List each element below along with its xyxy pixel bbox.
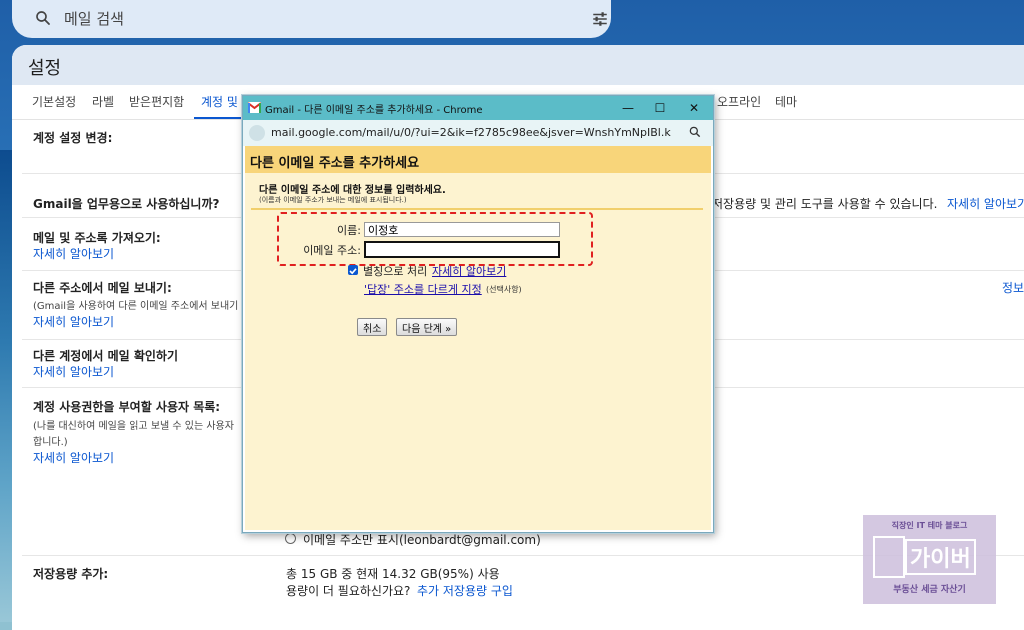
dialog-title: 다른 이메일 주소를 추가하세요 — [250, 156, 420, 171]
search-bar[interactable] — [12, 0, 611, 38]
grant-access-learn-more-link[interactable]: 자세히 알아보기 — [33, 449, 114, 466]
tab-labels[interactable]: 라벨 — [92, 93, 114, 110]
close-icon[interactable]: ✕ — [681, 98, 707, 118]
dialog-divider — [251, 208, 703, 210]
maximize-icon[interactable]: ☐ — [647, 98, 673, 118]
reply-to-optional: (선택사항) — [486, 285, 522, 294]
site-info-icon[interactable] — [249, 125, 265, 141]
search-icon[interactable] — [34, 9, 52, 27]
send-as-learn-more-link[interactable]: 자세히 알아보기 — [33, 313, 114, 330]
tab-inbox[interactable]: 받은편지함 — [129, 93, 184, 110]
blog-watermark-logo: 직장인 IT 테마 블로그 가이버 부동산 세금 자산기 — [863, 515, 996, 604]
reply-to-link[interactable]: '답장' 주소를 다르게 지정 — [364, 281, 482, 297]
watermark-top-text: 직장인 IT 테마 블로그 — [891, 521, 968, 530]
tab-offline[interactable]: 오프라인 — [717, 93, 761, 110]
check-mail-label: 다른 계정에서 메일 확인하기 — [33, 349, 179, 363]
tab-accounts[interactable]: 계정 및 — [201, 93, 238, 110]
popup-titlebar[interactable]: Gmail - 다른 이메일 주소를 추가하세요 - Chrome — ☐ ✕ — [243, 96, 713, 120]
next-step-button[interactable]: 다음 단계 » — [396, 318, 458, 336]
grant-access-label: 계정 사용권한을 부여할 사용자 목록: — [33, 400, 221, 414]
url-text[interactable]: mail.google.com/mail/u/0/?ui=2&ik=f2785c… — [271, 126, 671, 139]
dialog-header: 다른 이메일 주소를 추가하세요 — [245, 146, 711, 173]
highlight-box — [277, 212, 593, 266]
gmail-for-work-link[interactable]: 자세히 알아보기 — [947, 195, 1024, 212]
change-account-settings-label: 계정 설정 변경: — [33, 131, 113, 145]
popup-window-title: Gmail - 다른 이메일 주소를 추가하세요 - Chrome — [265, 105, 483, 116]
check-mail-learn-more-link[interactable]: 자세히 알아보기 — [33, 363, 114, 380]
import-label: 메일 및 주소록 가져오기: — [33, 231, 161, 245]
alias-checkbox[interactable] — [348, 265, 358, 275]
page-title: 설정 — [28, 58, 62, 79]
alias-checkbox-label: 별칭으로 처리 — [363, 265, 428, 278]
grant-access-description: (나를 대신하여 메일을 읽고 보낼 수 있는 사용자 — [33, 421, 234, 432]
storage-buy-link[interactable]: 추가 저장용량 구입 — [417, 582, 513, 599]
send-as-info-link[interactable]: 정보 — [1002, 279, 1024, 296]
radio-email-only[interactable] — [285, 533, 296, 544]
tab-general[interactable]: 기본설정 — [32, 93, 76, 110]
tab-themes[interactable]: 테마 — [775, 93, 797, 110]
settings-header: 설정 — [12, 45, 1024, 85]
storage-usage: 총 15 GB 중 현재 14.32 GB(95%) 사용 — [286, 567, 500, 581]
add-email-popup-window: Gmail - 다른 이메일 주소를 추가하세요 - Chrome — ☐ ✕ … — [242, 95, 714, 533]
storage-label: 저장용량 추가: — [33, 567, 109, 581]
minimize-icon[interactable]: — — [615, 98, 641, 118]
gmail-for-work-label: Gmail을 업무용으로 사용하십니까? — [33, 197, 220, 211]
alias-learn-more-link[interactable]: 자세히 알아보기 — [432, 263, 506, 279]
watermark-bottom-text: 부동산 세금 자산기 — [893, 585, 966, 595]
gmail-logo-icon — [248, 102, 261, 113]
cancel-button[interactable]: 취소 — [357, 318, 388, 336]
send-as-label: 다른 주소에서 메일 보내기: — [33, 281, 172, 295]
dialog-note: (이름과 이메일 주소가 보내는 메일에 표시됩니다.) — [259, 196, 407, 204]
watermark-box — [873, 536, 905, 578]
search-input[interactable] — [62, 9, 546, 29]
dialog-subtitle: 다른 이메일 주소에 대한 정보를 입력하세요. — [259, 185, 446, 196]
storage-need-text: 용량이 더 필요하신가요? — [286, 584, 411, 598]
import-learn-more-link[interactable]: 자세히 알아보기 — [33, 245, 114, 262]
search-options-icon[interactable] — [591, 10, 609, 28]
dialog-body: 다른 이메일 주소를 추가하세요 다른 이메일 주소에 대한 정보를 입력하세요… — [245, 146, 711, 530]
zoom-icon[interactable] — [688, 125, 702, 139]
grant-access-description-2: 합니다.) — [33, 437, 68, 448]
gmail-for-work-text: 저장용량 및 관리 도구를 사용할 수 있습니다. — [712, 197, 938, 211]
radio-email-only-label: 이메일 주소만 표시(leonbardt@gmail.com) — [303, 533, 541, 547]
check-icon — [349, 268, 357, 275]
send-as-description: (Gmail을 사용하여 다른 이메일 주소에서 보내기 — [33, 301, 239, 312]
address-bar[interactable]: mail.google.com/mail/u/0/?ui=2&ik=f2785c… — [243, 120, 713, 146]
watermark-main-text: 가이버 — [905, 539, 976, 575]
